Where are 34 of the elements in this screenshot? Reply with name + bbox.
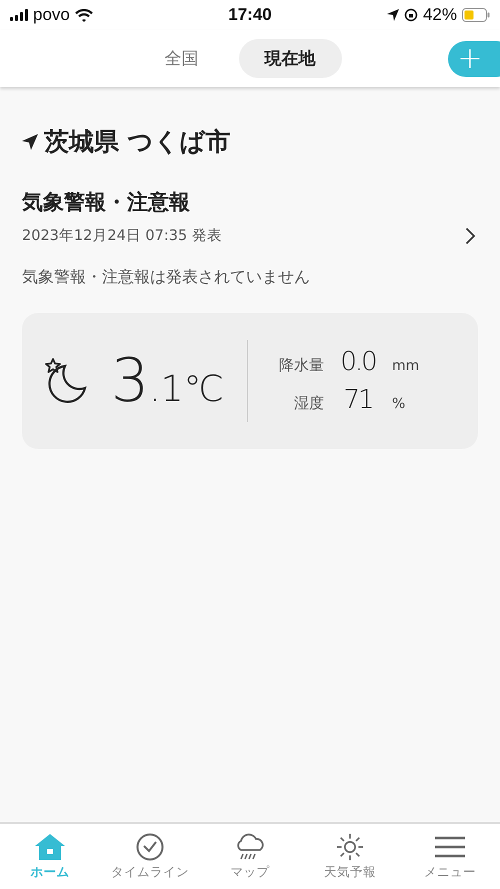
moon-star-icon <box>45 358 90 404</box>
stat-unit: % <box>392 396 406 412</box>
nav-tab[interactable]: 天気予報 <box>302 832 398 880</box>
carrier-name: povo <box>33 5 70 25</box>
sun-icon <box>335 832 365 860</box>
warning-message: 気象警報・注意報は発表されていません <box>22 267 311 288</box>
location-arrow-icon <box>22 134 38 150</box>
stat-value: 0.0 <box>339 347 377 377</box>
issued-time: 2023年12月24日 07:35 発表 <box>22 227 222 245</box>
stat-label: 降水量 <box>278 356 324 375</box>
status-time: 17:40 <box>228 5 272 25</box>
battery-percent: 42% <box>422 5 457 25</box>
location-tab[interactable]: 全国 <box>138 39 224 78</box>
nav-tab[interactable]: マップ <box>202 832 298 880</box>
nav-tab[interactable]: ホーム <box>2 832 98 880</box>
home-icon <box>35 832 65 860</box>
section-title: 気象警報・注意報 <box>22 189 191 216</box>
location-title: 茨城県 つくば市 <box>44 126 231 158</box>
location-tab[interactable]: 現在地 <box>238 39 342 78</box>
stat-label: 湿度 <box>293 394 324 413</box>
stat-value: 71 <box>342 385 374 415</box>
location-arrow-icon <box>386 9 399 21</box>
temperature-value: 3 <box>111 346 150 416</box>
check-circle-icon <box>136 832 164 860</box>
signal-icon <box>10 9 28 21</box>
chevron-right-icon[interactable] <box>465 227 476 245</box>
nav-tab[interactable]: タイムライン <box>102 832 198 880</box>
wifi-icon <box>74 8 93 22</box>
temperature-decimal: .1℃ <box>149 369 224 410</box>
stat-unit: mm <box>392 358 420 374</box>
add-button[interactable]: + <box>448 41 500 77</box>
nav-tab[interactable]: メニュー <box>402 832 498 880</box>
rotation-lock-icon <box>404 8 418 22</box>
battery-icon <box>462 8 490 22</box>
